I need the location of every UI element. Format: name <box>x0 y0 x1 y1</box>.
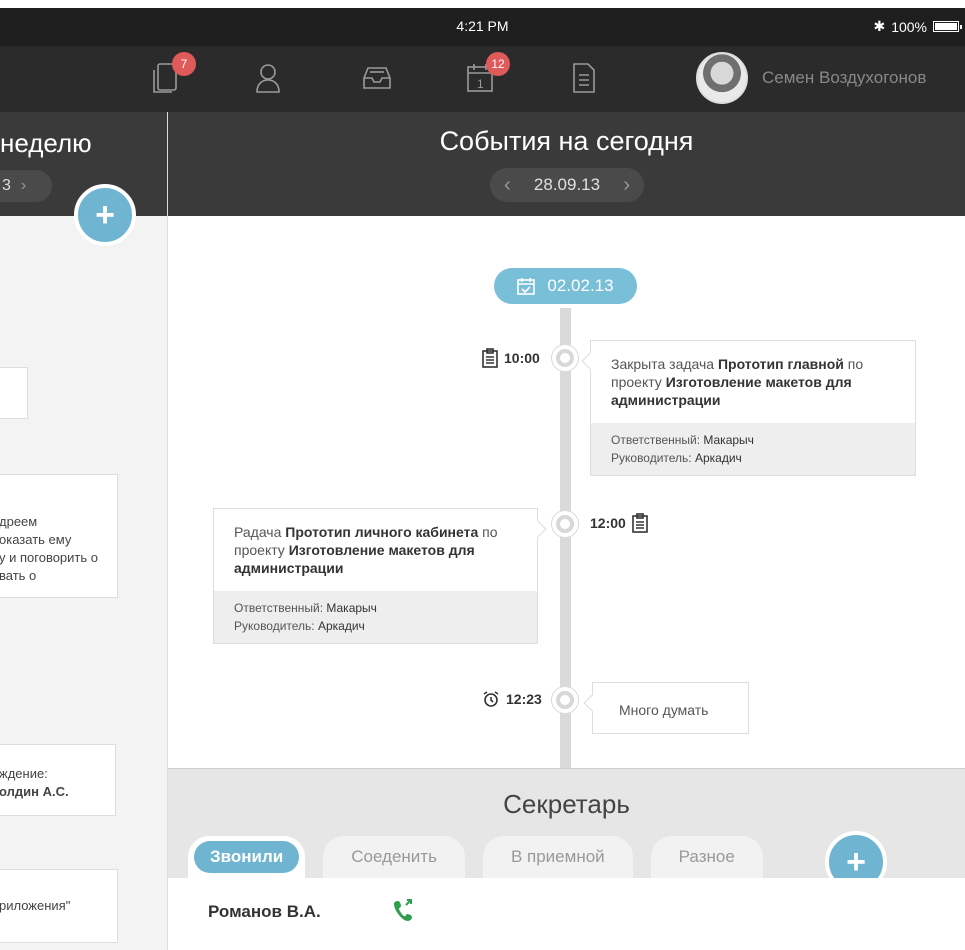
clipboard-icon <box>482 348 498 368</box>
inbox-button[interactable] <box>357 58 397 98</box>
event-card[interactable]: Много думать <box>583 682 749 734</box>
calendar-badge: 12 <box>486 52 510 76</box>
tab-connect[interactable]: Соеденить <box>323 836 465 878</box>
event-text: Много думать <box>619 702 709 718</box>
event-footer: Ответственный: Макарыч Руководитель: Арк… <box>214 591 537 643</box>
lead-label: Руководитель: <box>611 451 695 465</box>
lead-label: Руководитель: <box>234 619 318 633</box>
contacts-button[interactable] <box>248 58 288 98</box>
event-footer: Ответственный: Макарыч Руководитель: Арк… <box>591 423 915 475</box>
tasks-badge: 7 <box>172 52 196 76</box>
responsible-name: Макарыч <box>703 433 754 447</box>
week-card-text: дреем оказать ему у и поговорить о вать … <box>0 514 98 583</box>
tab-misc[interactable]: Разное <box>650 836 763 878</box>
week-card[interactable]: риложения" <box>0 869 118 943</box>
events-date-picker[interactable]: ‹ 28.09.13 › <box>490 168 644 202</box>
add-week-event-button[interactable]: + <box>74 184 136 246</box>
event-body: Закрыта задача Прототип главной по проек… <box>591 341 915 423</box>
calendar-button[interactable]: 1 12 <box>460 52 510 98</box>
timeline-date-chip[interactable]: 02.02.13 <box>494 268 637 304</box>
timeline-line <box>560 308 571 788</box>
clipboard-icon <box>632 513 648 533</box>
event-time: 12:23 <box>506 691 542 707</box>
week-card-text: ждение: <box>0 766 48 781</box>
week-title: неделю <box>0 128 92 158</box>
event-time-label: 10:00 <box>482 348 540 368</box>
week-date-picker[interactable]: 3 › <box>0 170 52 202</box>
lead-name: Аркадич <box>694 451 742 465</box>
tab-called[interactable]: Звонили <box>188 836 306 878</box>
events-date: 28.09.13 <box>533 175 601 194</box>
event-task: Прототип главной <box>717 356 844 372</box>
responsible-label: Ответственный: <box>234 601 327 615</box>
lead-name: Аркадич <box>317 619 365 633</box>
week-card[interactable]: дреем оказать ему у и поговорить о вать … <box>0 474 118 598</box>
event-time: 10:00 <box>504 350 540 366</box>
documents-button[interactable] <box>564 58 604 98</box>
status-time: 4:21 PM <box>456 18 509 34</box>
battery-percent: 100% <box>891 18 927 35</box>
responsible-name: Макарыч <box>326 601 377 615</box>
week-card-text: риложения" <box>0 898 71 913</box>
plus-icon: + <box>95 196 115 234</box>
event-task: Прототип личного кабинета <box>285 524 479 540</box>
event-time-label: 12:00 <box>590 513 648 533</box>
week-date: 3 <box>2 177 11 194</box>
responsible-label: Ответственный: <box>611 433 704 447</box>
bluetooth-icon: ✱ <box>873 18 886 34</box>
chevron-right-icon[interactable]: › <box>21 177 26 195</box>
week-card[interactable] <box>0 367 28 419</box>
today-events-panel: События на сегодня ‹ 28.09.13 › 02.02.13… <box>168 112 965 950</box>
event-time: 12:00 <box>590 515 626 531</box>
plus-icon: + <box>846 843 866 881</box>
timeline-dot <box>552 687 578 713</box>
user-name: Семен Воздухогонов <box>762 68 927 87</box>
inbox-icon <box>363 67 391 89</box>
caller-name[interactable]: Романов В.А. <box>208 902 321 922</box>
calendar-check-icon <box>517 278 536 295</box>
chevron-right-icon[interactable]: › <box>623 174 630 197</box>
event-text: Радача <box>234 524 286 540</box>
battery-indicator: ✱ 100% <box>873 18 962 35</box>
timeline-dot <box>552 345 578 371</box>
timeline-date: 02.02.13 <box>547 276 614 295</box>
top-toolbar: 7 1 12 Семен Воздухогонов <box>0 46 965 112</box>
tasks-button[interactable]: 7 <box>146 52 196 98</box>
events-title: События на сегодня <box>439 126 694 156</box>
week-panel: неделю 3 › + дреем оказать ему у и погов… <box>0 112 168 950</box>
event-text: Закрыта задача <box>611 356 718 372</box>
user-profile[interactable]: Семен Воздухогонов <box>696 52 926 104</box>
status-bar: 4:21 PM ✱ 100% <box>0 8 965 46</box>
secretary-panel: Секретарь Звонили Соеденить В приемной Р… <box>168 768 965 950</box>
secretary-title: Секретарь <box>503 789 630 819</box>
timeline-dot <box>552 511 578 537</box>
phone-icon[interactable] <box>393 898 417 929</box>
battery-icon <box>933 21 962 32</box>
chevron-left-icon[interactable]: ‹ <box>504 174 511 197</box>
status-bar-top <box>0 0 965 8</box>
secretary-tabs: Звонили Соеденить В приемной Разное <box>188 836 763 878</box>
event-body: Радача Прототип личного кабинета по прое… <box>214 509 537 591</box>
document-icon <box>573 63 595 93</box>
tab-label: Звонили <box>194 841 300 873</box>
person-icon <box>256 64 280 93</box>
events-header: События на сегодня ‹ 28.09.13 › <box>168 112 965 216</box>
event-card[interactable]: Радача Прототип личного кабинета по прое… <box>213 508 547 644</box>
week-card-person: олдин А.С. <box>0 784 69 799</box>
week-card[interactable]: ждение: олдин А.С. <box>0 744 116 816</box>
alarm-clock-icon <box>483 691 499 707</box>
svg-text:1: 1 <box>477 77 484 91</box>
event-card[interactable]: Закрыта задача Прототип главной по проек… <box>581 340 916 476</box>
tab-reception[interactable]: В приемной <box>482 836 633 878</box>
secretary-list: Романов В.А. <box>168 878 965 950</box>
event-time-label: 12:23 <box>482 690 542 708</box>
avatar <box>696 52 748 104</box>
